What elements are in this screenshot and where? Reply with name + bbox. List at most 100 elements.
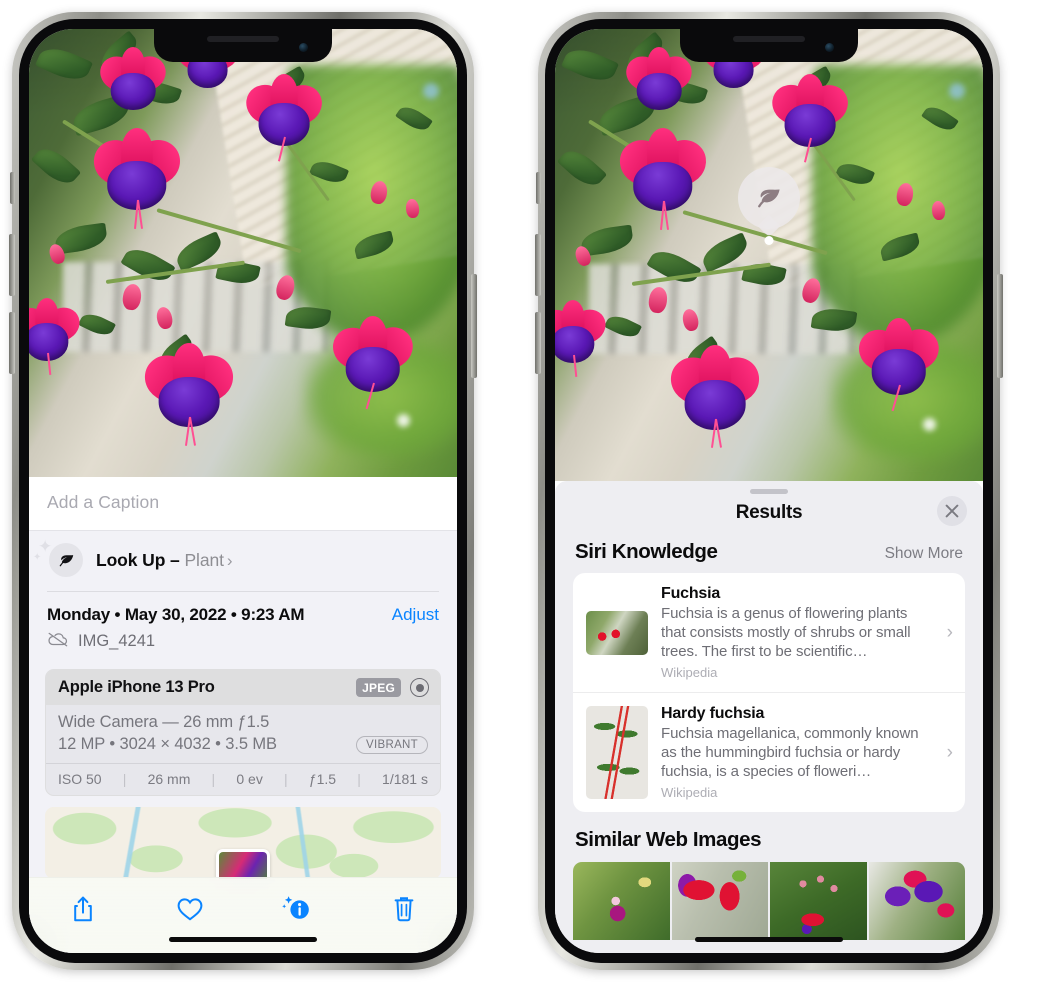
volume-up-button[interactable] (9, 234, 15, 296)
icloud-slash-icon (47, 631, 69, 652)
fuchsia-bloom (850, 318, 947, 412)
lens-icon (410, 678, 429, 697)
delete-button[interactable] (381, 891, 427, 927)
left-screen: Add a Caption ✦ ✦ Look Up – Plant › Mond… (29, 29, 457, 953)
camera-lens-line: Wide Camera — 26 mm ƒ1.5 (58, 713, 270, 731)
favorite-button[interactable] (167, 891, 213, 927)
exif-shutter: 1/181 s (382, 771, 428, 787)
exif-separator: | (211, 771, 216, 787)
share-icon (73, 896, 92, 922)
exif-aperture: ƒ1.5 (308, 771, 337, 787)
knowledge-thumbnail (586, 706, 648, 800)
home-indicator[interactable] (169, 937, 317, 942)
photo-viewer[interactable] (29, 29, 457, 477)
exif-focal: 26 mm (147, 771, 191, 787)
look-up-row[interactable]: ✦ ✦ Look Up – Plant › (29, 531, 457, 591)
format-badge: JPEG (356, 678, 401, 697)
results-title: Results (735, 502, 803, 523)
leaf-icon: ✦ ✦ (33, 538, 83, 577)
earpiece-speaker (207, 36, 279, 42)
camera-device: Apple iPhone 13 Pro (58, 678, 215, 696)
silent-switch[interactable] (536, 172, 541, 204)
volume-down-button[interactable] (9, 312, 15, 374)
knowledge-card: Fuchsia Fuchsia is a genus of flowering … (573, 573, 965, 813)
knowledge-row[interactable]: Fuchsia Fuchsia is a genus of flowering … (573, 573, 965, 692)
photo-metadata: Monday • May 30, 2022 • 9:23 AM Adjust I… (29, 592, 457, 661)
web-image-thumbnail[interactable] (671, 862, 768, 941)
adjust-button[interactable]: Adjust (392, 605, 439, 625)
look-up-subject: Plant (184, 549, 224, 570)
sparkle-icon-small: ✦ (33, 552, 42, 563)
info-button[interactable] (274, 891, 320, 927)
map-photo-pin[interactable] (216, 848, 270, 879)
web-image-thumbnail[interactable] (573, 862, 670, 941)
volume-up-button[interactable] (535, 234, 541, 296)
right-screen: Results Siri Knowledge Show More Fuchsia… (555, 29, 983, 953)
similar-web-images-strip[interactable] (555, 862, 983, 941)
knowledge-title: Hardy fuchsia (661, 705, 765, 723)
camera-info-card[interactable]: Apple iPhone 13 Pro JPEG Wide Camera — 2… (45, 669, 441, 796)
front-camera-icon (825, 43, 834, 52)
trash-icon (394, 897, 413, 922)
knowledge-description: Fuchsia is a genus of flowering plants t… (661, 605, 911, 661)
show-more-button[interactable]: Show More (885, 545, 963, 563)
power-button[interactable] (471, 274, 477, 378)
share-button[interactable] (60, 891, 106, 927)
look-up-label: Look Up – Plant › (96, 549, 233, 571)
right-iphone: Results Siri Knowledge Show More Fuchsia… (535, 12, 1003, 970)
knowledge-title: Fuchsia (661, 585, 721, 602)
siri-knowledge-header: Siri Knowledge Show More (555, 538, 983, 573)
chevron-right-icon: › (946, 621, 953, 643)
exif-separator: | (122, 771, 127, 787)
device-notch (680, 29, 858, 62)
left-iphone: Add a Caption ✦ ✦ Look Up – Plant › Mond… (9, 12, 477, 970)
knowledge-source: Wikipedia (661, 665, 718, 681)
home-indicator[interactable] (695, 937, 843, 942)
chevron-right-icon: › (226, 550, 233, 570)
similar-web-images-header: Similar Web Images (555, 812, 983, 858)
look-up-title: Look Up (96, 549, 166, 570)
fuchsia-bloom (136, 342, 243, 446)
fuchsia-bloom (238, 73, 330, 163)
photo-filename: IMG_4241 (78, 632, 156, 650)
caption-field[interactable]: Add a Caption (29, 477, 457, 531)
knowledge-description: Fuchsia magellanica, commonly known as t… (661, 725, 919, 781)
fuchsia-bloom (555, 300, 612, 377)
exif-ev: 0 ev (236, 771, 263, 787)
heart-icon (177, 898, 202, 921)
close-button[interactable] (937, 496, 967, 526)
results-header: Results (555, 494, 983, 538)
fuchsia-bloom (611, 128, 715, 230)
exif-row: ISO 50 | 26 mm | 0 ev | ƒ1.5 | 1/181 s (46, 763, 440, 795)
section-title: Siri Knowledge (575, 540, 718, 563)
web-image-thumbnail[interactable] (770, 862, 867, 941)
fuchsia-bloom (620, 47, 699, 111)
fuchsia-bloom (324, 315, 421, 409)
photo-viewer[interactable] (555, 29, 983, 481)
photo-date: Monday • May 30, 2022 • 9:23 AM (47, 605, 305, 624)
exif-iso: ISO 50 (58, 771, 102, 787)
exif-separator: | (284, 771, 288, 787)
fuchsia-bloom (662, 345, 769, 449)
photo-location-map[interactable] (45, 807, 441, 879)
info-sparkle-icon (281, 896, 309, 919)
exif-separator: | (357, 771, 361, 787)
screenshot-root: Add a Caption ✦ ✦ Look Up – Plant › Mond… (0, 0, 1055, 985)
photo-info-sheet: Add a Caption ✦ ✦ Look Up – Plant › Mond… (29, 477, 457, 953)
volume-down-button[interactable] (535, 312, 541, 374)
power-button[interactable] (997, 274, 1003, 378)
visual-lookup-leaf-badge[interactable] (738, 167, 800, 238)
knowledge-row[interactable]: Hardy fuchsia Fuchsia magellanica, commo… (573, 692, 965, 812)
section-title: Similar Web Images (575, 828, 762, 852)
front-camera-icon (299, 43, 308, 52)
photographic-style-badge: VIBRANT (356, 735, 428, 754)
web-image-thumbnail[interactable] (868, 862, 965, 941)
silent-switch[interactable] (10, 172, 15, 204)
look-up-dash: – (165, 549, 185, 570)
knowledge-thumbnail (586, 610, 648, 655)
earpiece-speaker (733, 36, 805, 42)
leaf-icon (758, 189, 780, 208)
caption-placeholder: Add a Caption (47, 492, 160, 512)
results-sheet: Results Siri Knowledge Show More Fuchsia… (555, 481, 983, 953)
device-notch (154, 29, 332, 62)
